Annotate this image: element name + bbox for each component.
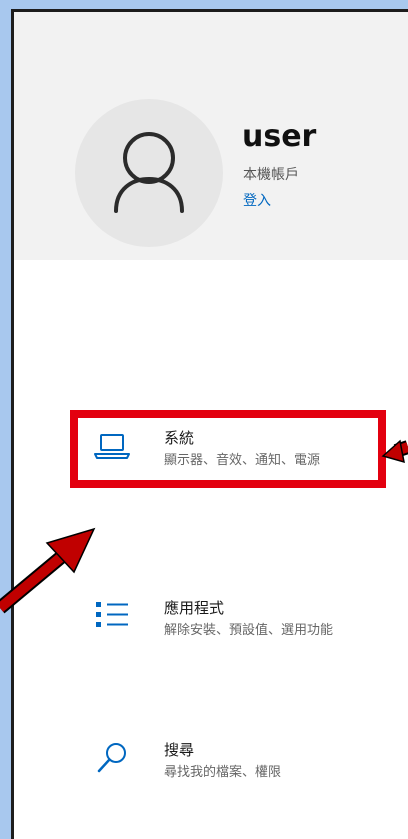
settings-item-title: 應用程式 <box>164 599 225 617</box>
settings-item-description: 解除安裝、預設值、選用功能 <box>164 623 334 638</box>
account-username: user <box>242 119 317 154</box>
settings-item-title: 搜尋 <box>164 741 195 759</box>
settings-window: user 本機帳戶 登入 系統 顯示器、音效、通知、電源 應用程式 解除安裝、預… <box>11 9 408 839</box>
settings-item-apps[interactable]: 應用程式 解除安裝、預設值、選用功能 <box>74 580 404 650</box>
account-header: user 本機帳戶 登入 <box>14 12 408 260</box>
user-avatar[interactable] <box>75 99 223 247</box>
settings-item-title: 系統 <box>164 429 195 447</box>
settings-item-description: 顯示器、音效、通知、電源 <box>164 453 321 468</box>
settings-item-search[interactable]: 搜尋 尋找我的檔案、權限 <box>74 722 404 792</box>
signin-link[interactable]: 登入 <box>243 192 271 210</box>
person-icon <box>114 132 184 213</box>
laptop-icon <box>94 434 130 459</box>
settings-item-system[interactable]: 系統 顯示器、音效、通知、電源 <box>74 410 404 480</box>
search-icon <box>97 743 126 773</box>
account-type: 本機帳戶 <box>243 167 299 183</box>
apps-list-icon <box>96 602 128 627</box>
settings-item-description: 尋找我的檔案、權限 <box>164 765 282 780</box>
